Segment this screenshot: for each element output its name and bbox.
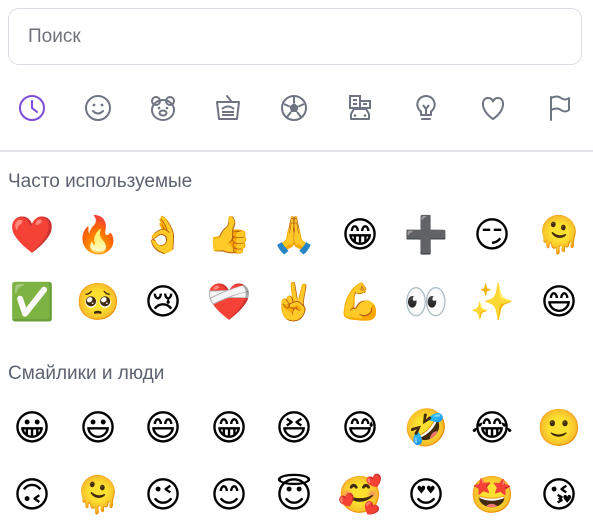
emoji-button[interactable]: 😅 [332,401,388,457]
lightbulb-icon [416,94,436,120]
emoji-button[interactable]: 😁 [201,401,257,457]
emoji-button[interactable]: 🥰 [332,468,388,524]
tab-flags[interactable] [539,88,579,128]
emoji-button[interactable]: ➕ [398,208,454,264]
emoji-button[interactable]: 💪 [332,275,388,331]
tab-recent[interactable] [12,88,52,128]
emoji-button[interactable]: 🙃 [4,468,60,524]
smiley-icon [85,95,111,121]
tab-objects[interactable] [406,88,446,128]
emoji-button[interactable]: 🙂 [531,401,587,457]
emoji-button[interactable]: 👌 [135,208,191,264]
search-input[interactable] [9,9,581,64]
clock-icon [19,95,45,121]
tab-travel[interactable] [340,88,380,128]
flag-icon [550,95,570,121]
emoji-grid-frequent: ❤️ 🔥 👌 👍 🙏 😁 ➕ 😏 🫠 ✅ 🥺 😢 ❤️‍🩹 ✌️ 💪 👀 ✨ 😄 [0,208,593,332]
emoji-button[interactable]: ❤️‍🩹 [201,275,257,331]
emoji-button[interactable]: 🥺 [70,275,126,331]
section-title-frequent: Часто используемые [8,171,193,192]
emoji-button[interactable]: 😍 [398,468,454,524]
emoji-button[interactable]: 🤣 [398,401,454,457]
emoji-button[interactable]: 😢 [135,275,191,331]
emoji-button[interactable]: 😘 [531,468,587,524]
category-divider [0,150,593,152]
emoji-button[interactable]: 😃 [70,401,126,457]
tab-activity[interactable] [274,88,314,128]
emoji-button[interactable]: 😉 [135,468,191,524]
emoji-button[interactable]: 🫠 [531,208,587,264]
emoji-button[interactable]: 😄 [135,401,191,457]
tab-smileys[interactable] [78,88,118,128]
emoji-button[interactable]: ✅ [4,275,60,331]
emoji-button[interactable]: ✨ [464,275,520,331]
emoji-button[interactable]: 😏 [464,208,520,264]
emoji-button[interactable]: 🔥 [70,208,126,264]
buildings-car-icon [349,95,371,120]
emoji-button[interactable]: 😇 [266,468,322,524]
tab-symbols[interactable] [473,88,513,128]
food-icon [216,95,240,120]
emoji-button[interactable]: 😄 [531,275,587,331]
emoji-button[interactable]: 😆 [266,401,322,457]
category-tabs [0,88,593,128]
emoji-grid-smileys: 😀 😃 😄 😁 😆 😅 🤣 😂 🙂 🙃 🫠 😉 😊 😇 🥰 😍 🤩 😘 [0,401,593,525]
emoji-button[interactable]: 👍 [201,208,257,264]
emoji-button[interactable]: 🤩 [464,468,520,524]
emoji-button[interactable]: 😀 [4,401,60,457]
emoji-search-box[interactable] [8,8,582,65]
emoji-button[interactable]: 😊 [201,468,257,524]
emoji-button[interactable]: 😁 [332,208,388,264]
emoji-button[interactable]: ✌️ [266,275,322,331]
section-title-smileys: Смайлики и люди [8,363,165,384]
hamster-icon [151,96,175,121]
emoji-button[interactable]: ❤️ [4,208,60,264]
emoji-button[interactable]: 😂 [464,401,520,457]
emoji-button[interactable]: 🙏 [266,208,322,264]
emoji-button[interactable]: 👀 [398,275,454,331]
emoji-button[interactable]: 🫠 [70,468,126,524]
tab-animals[interactable] [143,88,183,128]
heart-icon [482,97,504,120]
tab-food[interactable] [208,88,248,128]
soccer-ball-icon [281,95,307,121]
